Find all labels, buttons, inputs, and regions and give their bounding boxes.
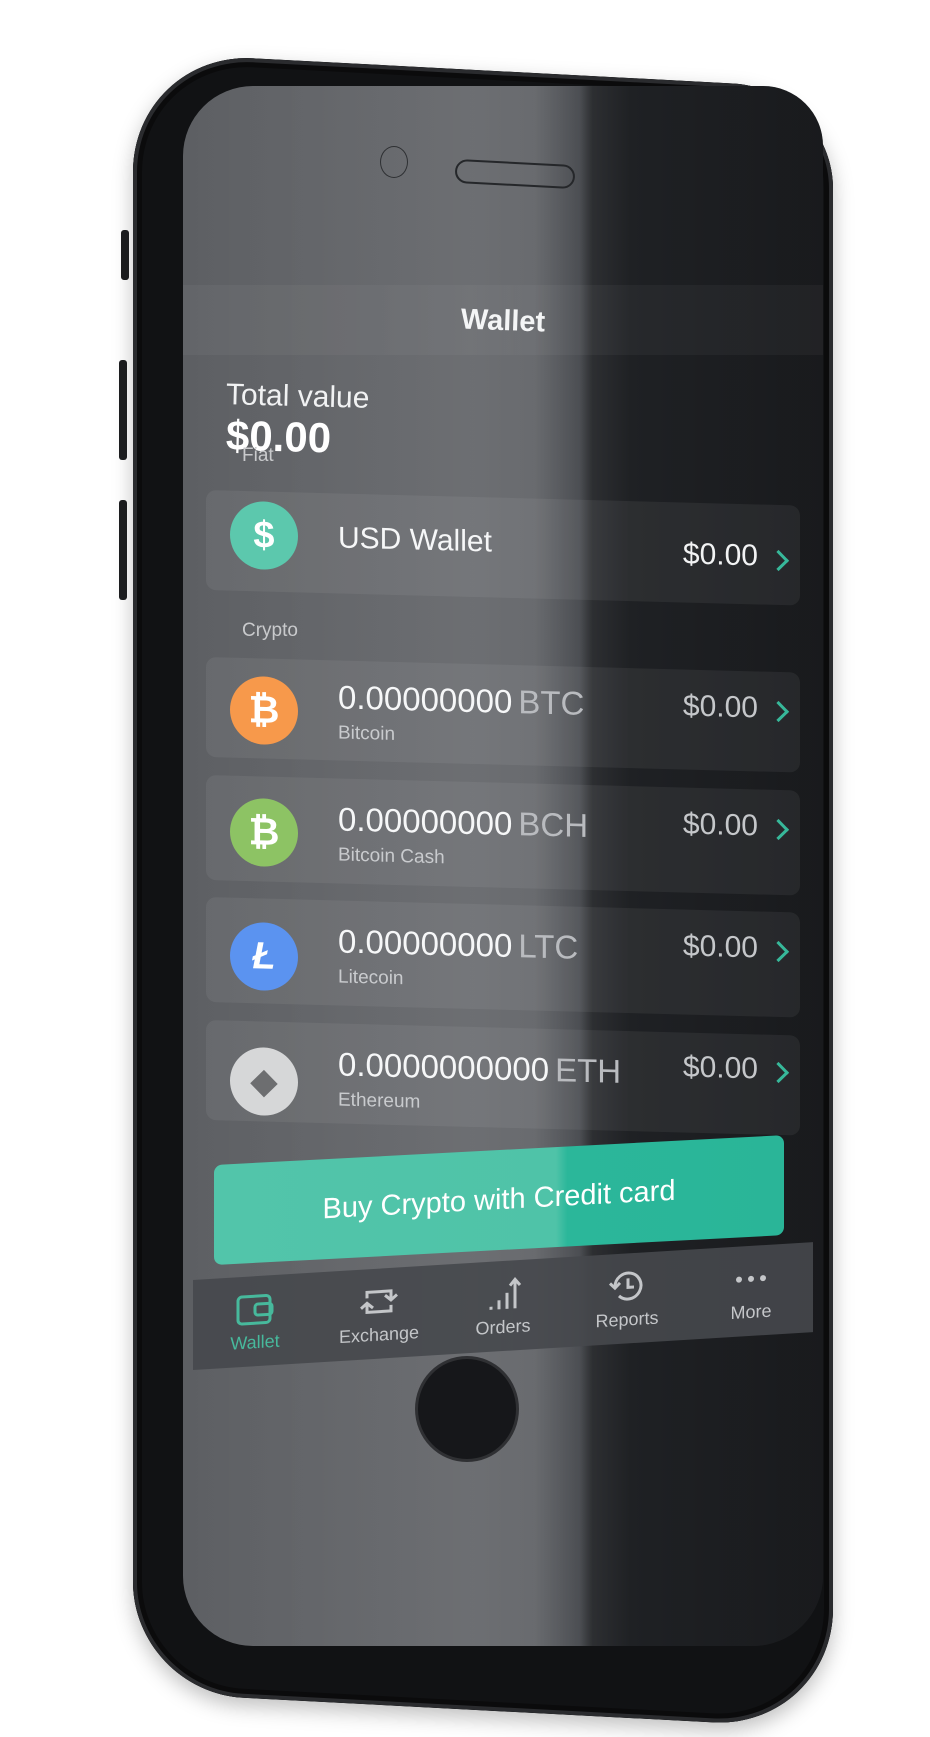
mute-switch: [121, 230, 129, 280]
amount-value: 0.0000000000: [338, 1045, 550, 1088]
section-label-fiat: Fiat: [242, 445, 274, 466]
crypto-amount: 0.00000000 BTC: [338, 678, 584, 722]
coin-name: Bitcoin: [338, 722, 396, 745]
home-button[interactable]: [415, 1356, 519, 1462]
tab-label: Wallet: [230, 1330, 280, 1354]
wallet-value: $0.00: [682, 807, 758, 843]
crypto-amount: 0.00000000 LTC: [338, 922, 578, 966]
section-label-crypto: Crypto: [242, 620, 298, 641]
coin-name: Litecoin: [338, 966, 404, 990]
amount-unit: BCH: [518, 805, 589, 845]
wallet-row-ltc[interactable]: Ł 0.00000000 LTC Litecoin $0.00: [206, 897, 800, 1018]
wallet-value: $0.00: [682, 929, 758, 965]
exchange-icon: [359, 1281, 399, 1321]
tab-orders[interactable]: Orders: [441, 1257, 565, 1355]
tab-label: Exchange: [338, 1321, 420, 1347]
wallet-row-btc[interactable]: ₿ 0.00000000 BTC Bitcoin $0.00: [206, 657, 800, 773]
bitcoin-icon: ₿: [230, 675, 298, 746]
amount-value: 0.00000000: [338, 800, 513, 843]
orders-icon: [483, 1273, 523, 1313]
dollar-icon: $: [230, 500, 298, 571]
ethereum-icon: ◆: [230, 1046, 298, 1117]
crypto-amount: 0.0000000000 ETH: [338, 1045, 621, 1090]
amount-unit: BTC: [518, 683, 585, 722]
chevron-right-icon: [767, 1061, 790, 1084]
volume-up-button: [119, 360, 127, 460]
wallet-value: $0.00: [682, 1050, 758, 1086]
tab-label: Orders: [475, 1314, 531, 1339]
wallet-value: $0.00: [682, 689, 758, 725]
wallet-value: $0.00: [682, 537, 758, 573]
chevron-right-icon: [767, 940, 790, 963]
wallet-app: Wallet Total value $0.00 Fiat $ USD Wall…: [183, 285, 823, 1515]
front-camera: [380, 146, 408, 178]
crypto-amount: 0.00000000 BCH: [338, 800, 588, 845]
tab-bar: Wallet Exchange Orders Reports More: [193, 1242, 813, 1370]
coin-name: Ethereum: [338, 1089, 421, 1113]
nav-header: Wallet: [183, 285, 823, 355]
chevron-right-icon: [767, 818, 790, 841]
litecoin-icon: Ł: [230, 921, 298, 992]
history-icon: [607, 1266, 647, 1306]
total-value-label: Total value: [225, 378, 370, 415]
tab-more[interactable]: More: [689, 1242, 813, 1340]
tab-label: More: [730, 1300, 772, 1323]
coin-name: Bitcoin Cash: [338, 844, 445, 869]
amount-unit: ETH: [555, 1051, 622, 1090]
wallet-row-usd[interactable]: $ USD Wallet $0.00: [206, 490, 800, 606]
volume-down-button: [119, 500, 127, 600]
wallet-row-bch[interactable]: ₿ 0.00000000 BCH Bitcoin Cash $0.00: [206, 775, 800, 896]
page-title: Wallet: [460, 303, 546, 339]
wallet-icon: [235, 1288, 275, 1328]
tab-reports[interactable]: Reports: [565, 1250, 689, 1348]
tab-exchange[interactable]: Exchange: [317, 1265, 441, 1363]
tab-wallet[interactable]: Wallet: [193, 1272, 317, 1370]
tab-label: Reports: [595, 1307, 659, 1331]
wallet-row-eth[interactable]: ◆ 0.0000000000 ETH Ethereum $0.00: [206, 1020, 800, 1136]
buy-crypto-button[interactable]: Buy Crypto with Credit card: [214, 1135, 784, 1265]
bitcoin-cash-icon: ₿: [230, 797, 298, 868]
chevron-right-icon: [767, 549, 790, 572]
wallet-name: USD Wallet: [338, 521, 492, 559]
amount-value: 0.00000000: [338, 922, 513, 965]
amount-unit: LTC: [518, 927, 579, 966]
more-icon: [731, 1258, 771, 1298]
chevron-right-icon: [767, 700, 790, 723]
amount-value: 0.00000000: [338, 678, 513, 721]
